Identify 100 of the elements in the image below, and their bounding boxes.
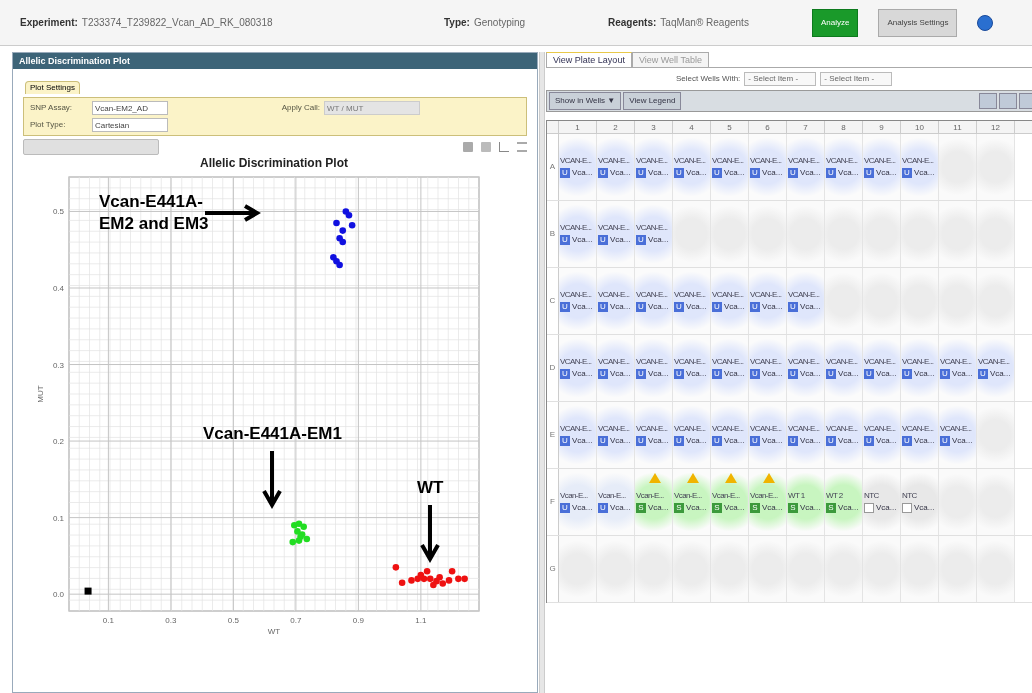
plate-well[interactable]: VCAN-E... U Vca... [787, 402, 825, 468]
plate-well[interactable]: NTC Vca... [901, 469, 939, 535]
x-axis-label: WT [267, 627, 281, 635]
plate-well[interactable]: VCAN-E... U Vca... [749, 268, 787, 334]
plate-well[interactable]: VCAN-E... U Vca... [901, 134, 939, 200]
plate-well[interactable]: WT 1 S Vca... [787, 469, 825, 535]
field-value: Genotyping [473, 16, 526, 30]
plate-well[interactable]: VCAN-E... U Vca... [673, 335, 711, 401]
plate-well[interactable]: VCAN-E... U Vca... [825, 335, 863, 401]
view-tab[interactable]: View Plate Layout [546, 52, 632, 67]
plate-well[interactable]: VCAN-E... U Vca... [825, 134, 863, 200]
setting-select[interactable]: Cartesian [92, 118, 168, 132]
plate-well[interactable]: VCAN-E... U Vca... [635, 134, 673, 200]
task-icon: U [826, 369, 836, 379]
plate-well[interactable]: VCAN-E... U Vca... [597, 402, 635, 468]
analyze-button[interactable]: Analyze [812, 8, 859, 37]
plate-well[interactable]: VCAN-E... U Vca... [863, 134, 901, 200]
plate-well[interactable]: VCAN-E... U Vca... [749, 335, 787, 401]
well-name: Vcan-E... [712, 491, 740, 501]
annotation-text: WT [417, 477, 444, 499]
sample-name: Vca... [800, 369, 821, 379]
plate-well[interactable]: VCAN-E... U Vca... [863, 402, 901, 468]
well-name: NTC [902, 491, 917, 501]
plate-well[interactable]: VCAN-E... U Vca... [597, 268, 635, 334]
plate-well[interactable]: Vcan-E... U Vca... [559, 469, 597, 535]
sample-name: Vca... [724, 436, 745, 446]
sample-name: Vca... [914, 369, 935, 379]
task-icon: U [826, 436, 836, 446]
sample-name: Vca... [800, 168, 821, 178]
settings-button[interactable]: Analysis Settings [878, 8, 958, 37]
plate-well[interactable]: VCAN-E... U Vca... [787, 134, 825, 200]
plate-well[interactable]: VCAN-E... U Vca... [939, 335, 977, 401]
plate-well[interactable]: VCAN-E... U Vca... [787, 335, 825, 401]
task-icon: U [750, 436, 760, 446]
well-name: VCAN-E... [674, 290, 706, 300]
sample-name: Vca... [686, 436, 707, 446]
task-icon: S [636, 503, 646, 513]
plate-well[interactable]: Vcan-E... S Vca... [711, 469, 749, 535]
select-dropdown[interactable]: - Select Item - [820, 72, 893, 86]
plate-well[interactable]: VCAN-E... U Vca... [597, 201, 635, 267]
plate-well[interactable]: VCAN-E... U Vca... [635, 268, 673, 334]
well-name: VCAN-E... [826, 424, 858, 434]
task-icon: U [560, 235, 570, 245]
plate-well[interactable]: VCAN-E... U Vca... [635, 402, 673, 468]
plate-well[interactable]: Vcan-E... U Vca... [597, 469, 635, 535]
toolbar-button[interactable]: Show in Wells ▼ [549, 92, 622, 110]
plate-well[interactable]: VCAN-E... U Vca... [597, 335, 635, 401]
plate-well[interactable]: VCAN-E... U Vca... [711, 268, 749, 334]
task-icon: U [902, 436, 912, 446]
sample-name: Vca... [648, 168, 669, 178]
zoom-toolbar[interactable] [23, 139, 159, 155]
plate-well[interactable]: Vcan-E... S Vca... [635, 469, 673, 535]
well-name: VCAN-E... [598, 424, 630, 434]
plate-well[interactable]: VCAN-E... U Vca... [863, 335, 901, 401]
sample-name: Vca... [914, 168, 935, 178]
well-name: VCAN-E... [636, 424, 668, 434]
toolbar-button[interactable]: View Legend [623, 92, 682, 110]
plate-well[interactable]: VCAN-E... U Vca... [635, 201, 673, 267]
plate-well[interactable]: VCAN-E... U Vca... [977, 335, 1015, 401]
plate-well[interactable]: VCAN-E... U Vca... [749, 134, 787, 200]
plate-well[interactable]: Vcan-E... S Vca... [749, 469, 787, 535]
plate-well[interactable]: VCAN-E... U Vca... [559, 201, 597, 267]
plate-well[interactable]: VCAN-E... U Vca... [559, 402, 597, 468]
plate-well[interactable]: VCAN-E... U Vca... [673, 402, 711, 468]
plate-well[interactable]: VCAN-E... U Vca... [673, 134, 711, 200]
task-icon: U [560, 503, 570, 513]
plate-well[interactable]: VCAN-E... U Vca... [787, 268, 825, 334]
plate-well[interactable]: VCAN-E... U Vca... [711, 134, 749, 200]
column-header: 9 [863, 121, 901, 133]
column-header: 2 [597, 121, 635, 133]
plate-well[interactable]: VCAN-E... U Vca... [711, 402, 749, 468]
plate-well[interactable]: VCAN-E... U Vca... [711, 335, 749, 401]
plate-well[interactable]: VCAN-E... U Vca... [559, 134, 597, 200]
plate-well[interactable]: VCAN-E... U Vca... [635, 335, 673, 401]
field-label: Type: [444, 16, 470, 30]
plate-well[interactable]: VCAN-E... U Vca... [901, 335, 939, 401]
chart-icon[interactable] [499, 142, 509, 152]
plate-well[interactable]: Vcan-E... S Vca... [673, 469, 711, 535]
plate-well[interactable]: VCAN-E... U Vca... [939, 402, 977, 468]
plate-well[interactable]: VCAN-E... U Vca... [825, 402, 863, 468]
task-icon: U [560, 302, 570, 312]
plate-well[interactable]: WT 2 S Vca... [825, 469, 863, 535]
well-name: VCAN-E... [864, 357, 896, 367]
task-icon: S [750, 503, 760, 513]
plate-well[interactable]: NTC Vca... [863, 469, 901, 535]
sample-name: Vca... [762, 369, 783, 379]
plate-well[interactable]: VCAN-E... U Vca... [559, 268, 597, 334]
settings-tab[interactable]: Plot Settings [25, 81, 80, 94]
setting-select[interactable]: Vcan-EM2_AD [92, 101, 168, 115]
plate-well[interactable]: VCAN-E... U Vca... [559, 335, 597, 401]
task-icon: U [864, 369, 874, 379]
plate-well[interactable]: VCAN-E... U Vca... [901, 402, 939, 468]
well-name: Vcan-E... [636, 491, 664, 501]
plate-well[interactable]: VCAN-E... U Vca... [749, 402, 787, 468]
plate-well[interactable]: VCAN-E... U Vca... [673, 268, 711, 334]
task-icon: S [712, 503, 722, 513]
plate-well[interactable]: VCAN-E... U Vca... [597, 134, 635, 200]
list-icon[interactable] [517, 142, 527, 152]
select-dropdown[interactable]: - Select Item - [744, 72, 817, 86]
task-icon: U [560, 168, 570, 178]
